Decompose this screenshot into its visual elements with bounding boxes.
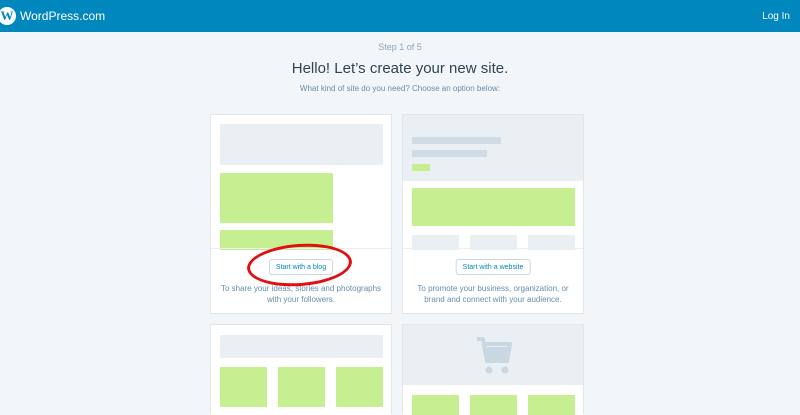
store-preview-illustration: [403, 325, 583, 415]
preview-post-block: [220, 173, 333, 223]
blog-preview-illustration: [211, 115, 391, 250]
start-with-website-button[interactable]: Start with a website: [455, 259, 531, 275]
preview-tile-block: [220, 367, 267, 407]
page-subtitle: What kind of site do you need? Choose an…: [299, 84, 501, 93]
preview-header-block: [220, 124, 383, 165]
preview-tile-block: [336, 367, 383, 407]
preview-accent-bar: [412, 164, 430, 171]
preview-product-block: [528, 395, 575, 415]
preview-hero-block: [412, 188, 575, 226]
card-footer: Start with a website To promote your bus…: [403, 248, 583, 313]
fourth-option-card[interactable]: [402, 324, 584, 415]
third-option-card[interactable]: [210, 324, 392, 415]
website-description-line-2: brand and connect with your audience.: [424, 295, 562, 304]
preview-subtitle-bar: [412, 150, 487, 157]
preview-header-block: [220, 335, 383, 358]
shopping-cart-icon: [477, 337, 512, 374]
brand-link[interactable]: W WordPress.com: [0, 0, 105, 32]
wordpress-logo-icon: W: [0, 7, 16, 25]
website-preview-illustration: [403, 115, 583, 250]
website-description-line-1: To promote your business, organization, …: [417, 284, 569, 293]
step-indicator: Step 1 of 5: [378, 42, 422, 52]
preview-tile-block: [278, 367, 325, 407]
website-option-card[interactable]: Start with a website To promote your bus…: [402, 114, 584, 314]
grid-preview-illustration: [211, 325, 391, 415]
preview-product-block: [470, 395, 517, 415]
login-link[interactable]: Log In: [762, 11, 790, 22]
page-title: Hello! Let’s create your new site.: [291, 60, 509, 77]
preview-product-block: [412, 395, 459, 415]
masterbar: W WordPress.com Log In: [0, 0, 800, 32]
blog-description-line-2: with your followers.: [266, 295, 336, 304]
brand-name: WordPress.com: [20, 9, 106, 23]
preview-title-bar: [412, 137, 501, 144]
